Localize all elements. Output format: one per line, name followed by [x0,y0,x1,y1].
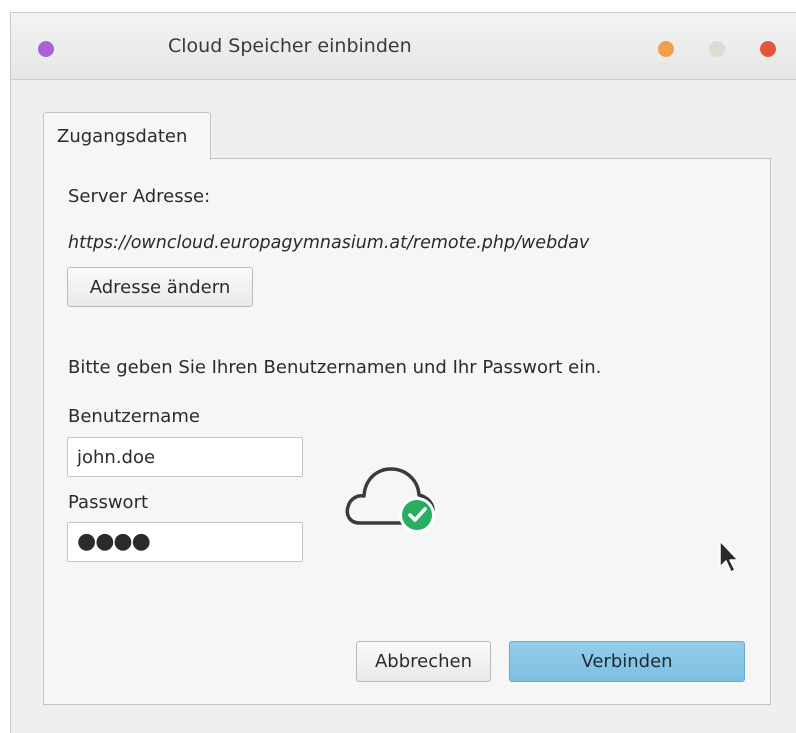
credentials-instruction: Bitte geben Sie Ihren Benutzernamen und … [68,357,602,378]
change-address-button[interactable]: Adresse ändern [67,267,253,307]
mouse-pointer-icon [719,540,739,573]
username-label: Benutzername [68,406,200,427]
tab-zugangsdaten[interactable]: Zugangsdaten [43,112,211,160]
tab-panel: Server Adresse: https://owncloud.europag… [43,158,771,705]
cloud-check-icon [345,467,435,533]
username-input[interactable] [67,437,303,477]
close-button[interactable] [760,41,776,57]
window-title: Cloud Speicher einbinden [168,35,412,57]
connect-button[interactable]: Verbinden [509,641,745,682]
server-address-label: Server Adresse: [68,186,211,207]
server-url: https://owncloud.europagymnasium.at/remo… [68,233,590,253]
window-menu-button[interactable] [38,41,54,57]
maximize-button[interactable] [709,41,725,57]
dialog-window: Cloud Speicher einbinden Zugangsdaten Se… [10,12,796,733]
minimize-button[interactable] [658,41,674,57]
password-label: Passwort [68,492,149,513]
tab-label: Zugangsdaten [57,126,188,147]
password-input[interactable]: ●●●● [67,522,303,562]
title-bar[interactable]: Cloud Speicher einbinden [11,13,796,80]
cancel-button[interactable]: Abbrechen [356,641,491,682]
